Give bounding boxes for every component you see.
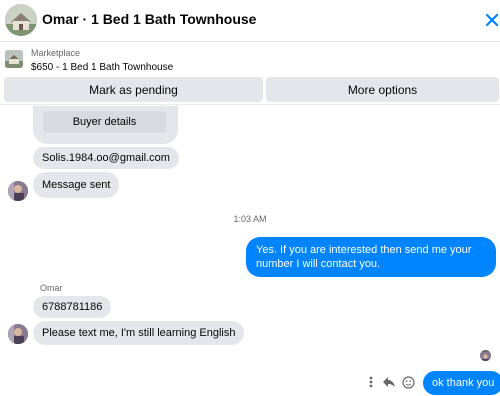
- message-timestamp: 1:03 AM: [233, 214, 267, 224]
- listing-title: $650 - 1 Bed 1 Bath Townhouse: [31, 62, 174, 73]
- conversation-title[interactable]: Omar · 1 Bed 1 Bath Townhouse: [42, 11, 256, 27]
- sender-name: Omar: [40, 283, 63, 293]
- last-outgoing-message[interactable]: ok thank you: [423, 371, 500, 395]
- close-icon[interactable]: [484, 12, 500, 28]
- emoji-icon[interactable]: [400, 374, 416, 390]
- message-sent-bubble[interactable]: Message sent: [33, 172, 120, 198]
- omar-avatar[interactable]: [8, 181, 28, 201]
- more-vertical-icon[interactable]: [363, 374, 379, 390]
- marketplace-listing[interactable]: Marketplace $650 - 1 Bed 1 Bath Townhous…: [0, 43, 500, 77]
- listing-label: Marketplace: [31, 48, 81, 58]
- reply-icon[interactable]: [381, 374, 397, 390]
- buyer-details-button[interactable]: Buyer details: [43, 111, 166, 133]
- listing-avatar[interactable]: [5, 4, 37, 36]
- omar-avatar[interactable]: [8, 324, 28, 344]
- text-me-message[interactable]: Please text me, I'm still learning Engli…: [33, 321, 245, 345]
- email-message[interactable]: Solis.1984.oo@gmail.com: [33, 147, 179, 169]
- mark-as-pending-button[interactable]: Mark as pending: [4, 77, 263, 102]
- seen-avatar: [480, 350, 491, 361]
- listing-thumbnail: [5, 50, 23, 68]
- more-options-button[interactable]: More options: [266, 77, 499, 102]
- chat-header: Omar · 1 Bed 1 Bath Townhouse: [0, 0, 500, 42]
- outgoing-message[interactable]: Yes. If you are interested then send me …: [246, 237, 496, 277]
- phone-message[interactable]: 6788781186: [33, 296, 112, 318]
